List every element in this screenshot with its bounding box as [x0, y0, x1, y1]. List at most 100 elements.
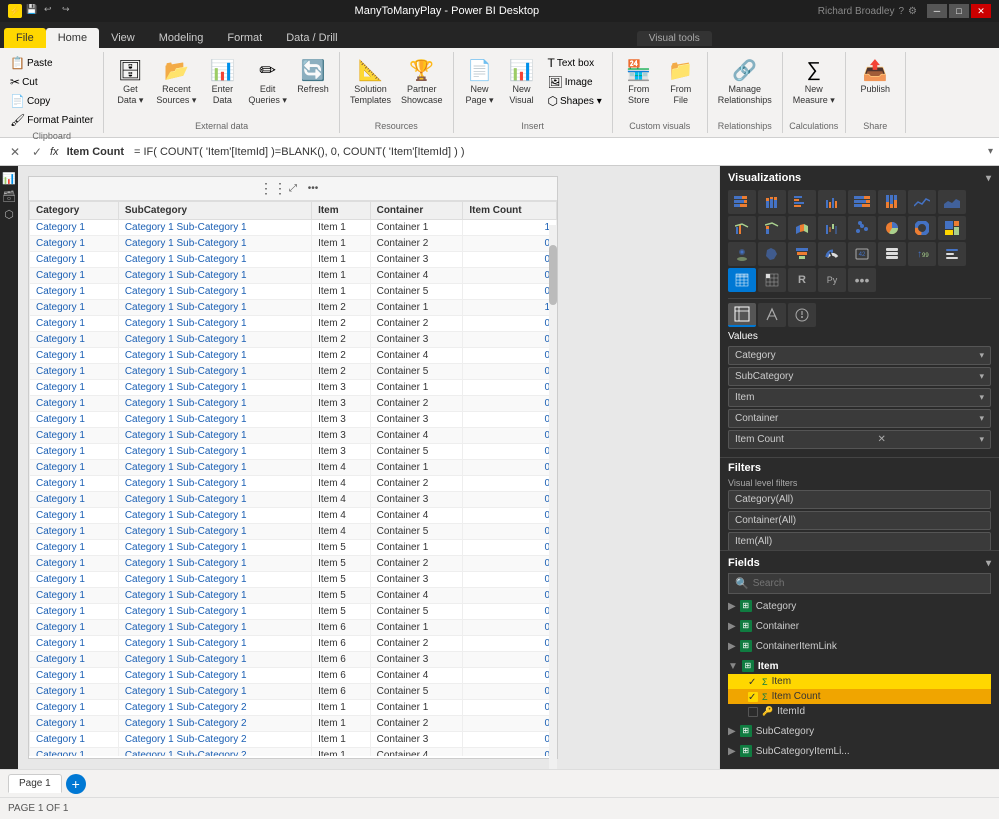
minimize-button[interactable]: ─ — [927, 4, 947, 18]
line-clustered-icon[interactable] — [728, 216, 756, 240]
refresh-button[interactable]: 🔄 Refresh — [293, 54, 333, 97]
treemap-icon[interactable] — [938, 216, 966, 240]
viz-collapse-icon[interactable]: ▾ — [986, 173, 991, 184]
enter-data-button[interactable]: 📊 EnterData — [202, 54, 242, 108]
clustered-col-icon[interactable] — [818, 190, 846, 214]
more-visuals-icon[interactable]: ••• — [848, 268, 876, 292]
field-group-category-header[interactable]: ▶ ⊞ Category — [728, 598, 991, 614]
ribbon-chart-icon[interactable] — [788, 216, 816, 240]
settings-icon[interactable]: ⚙ — [908, 6, 917, 17]
get-data-button[interactable]: 🗄 GetData ▾ — [110, 54, 150, 108]
area-chart-icon[interactable] — [938, 190, 966, 214]
format-painter-button[interactable]: 🖌 Format Painter — [6, 111, 97, 129]
from-file-button[interactable]: 📁 FromFile — [661, 54, 701, 108]
stacked-bar-icon[interactable] — [728, 190, 756, 214]
field-item-itemcount[interactable]: ✓ Σ Item Count — [728, 689, 991, 704]
field-item-itemid[interactable]: 🔑 ItemId — [728, 704, 991, 719]
kpi-icon[interactable]: ↑99 — [908, 242, 936, 266]
formula-confirm-button[interactable]: ✓ — [28, 143, 46, 161]
image-button[interactable]: 🖼 Image — [544, 73, 606, 91]
stacked-col-icon[interactable] — [758, 190, 786, 214]
report-view-icon[interactable]: 📊 — [1, 170, 17, 186]
data-view-icon[interactable]: 🗃 — [1, 188, 17, 204]
from-store-button[interactable]: 🏪 FromStore — [619, 54, 659, 108]
fields-collapse-icon[interactable]: ▾ — [986, 558, 991, 569]
fields-search-input[interactable] — [753, 578, 984, 589]
tab-data-drill[interactable]: Data / Drill — [274, 28, 349, 48]
filter-category[interactable]: Category(All) — [728, 490, 991, 509]
shapes-button[interactable]: ⬡ Shapes ▾ — [544, 92, 606, 110]
copy-button[interactable]: 📄 Copy — [6, 92, 97, 110]
table-viz-icon[interactable] — [728, 268, 756, 292]
model-view-icon[interactable]: ⬡ — [1, 206, 17, 222]
field-group-containeritemlink-header[interactable]: ▶ ⊞ ContainerItemLink — [728, 638, 991, 654]
filter-item[interactable]: Item(All) — [728, 532, 991, 550]
field-group-subcategoryitemli-header[interactable]: ▶ ⊞ SubCategoryItemLi... — [728, 743, 991, 759]
table-scroll-area[interactable]: Category SubCategory Item Container Item… — [29, 201, 557, 756]
clustered-bar-icon[interactable] — [788, 190, 816, 214]
line-chart-icon[interactable] — [908, 190, 936, 214]
waterfall-icon[interactable] — [818, 216, 846, 240]
python-visual-icon[interactable]: Py — [818, 268, 846, 292]
slicer-icon[interactable] — [938, 242, 966, 266]
partner-showcase-button[interactable]: 🏆 PartnerShowcase — [397, 54, 447, 108]
new-visual-button[interactable]: 📊 NewVisual — [502, 54, 542, 108]
field-group-container-header[interactable]: ▶ ⊞ Container — [728, 618, 991, 634]
close-button[interactable]: ✕ — [971, 4, 991, 18]
tab-file[interactable]: File — [4, 28, 46, 48]
field-item-item[interactable]: ✓ Σ Item — [728, 674, 991, 689]
field-group-subcategory-header[interactable]: ▶ ⊞ SubCategory — [728, 723, 991, 739]
100pct-bar-icon[interactable] — [848, 190, 876, 214]
tab-format[interactable]: Format — [215, 28, 274, 48]
fields-subtab[interactable] — [728, 303, 756, 327]
matrix-icon[interactable] — [758, 268, 786, 292]
pie-chart-icon[interactable] — [878, 216, 906, 240]
table-expand-icon[interactable]: ⤢ — [285, 181, 301, 197]
cut-button[interactable]: ✂ Cut — [6, 73, 97, 91]
table-more-icon[interactable]: ••• — [305, 181, 321, 197]
itemcount-pill-remove[interactable]: ✕ — [878, 434, 886, 445]
edit-queries-button[interactable]: ✏ EditQueries ▾ — [244, 54, 291, 108]
category-pill[interactable]: Category ▾ — [728, 346, 991, 365]
field-group-item-header[interactable]: ▼ ⊞ Item — [728, 658, 991, 674]
tab-home[interactable]: Home — [46, 28, 99, 48]
solution-templates-button[interactable]: 📐 SolutionTemplates — [346, 54, 395, 108]
container-pill[interactable]: Container ▾ — [728, 409, 991, 428]
itemcount-pill[interactable]: Item Count ✕ ▾ — [728, 430, 991, 449]
donut-icon[interactable] — [908, 216, 936, 240]
scrollbar-track[interactable] — [549, 225, 557, 769]
item-pill[interactable]: Item ▾ — [728, 388, 991, 407]
formula-input[interactable] — [134, 146, 984, 158]
help-icon[interactable]: ? — [898, 6, 904, 17]
tab-view[interactable]: View — [99, 28, 147, 48]
maximize-button[interactable]: □ — [949, 4, 969, 18]
format-subtab[interactable] — [758, 303, 786, 327]
subcategory-pill[interactable]: SubCategory ▾ — [728, 367, 991, 386]
new-measure-button[interactable]: ∑ NewMeasure ▾ — [789, 54, 839, 108]
recent-sources-button[interactable]: 📂 RecentSources ▾ — [152, 54, 200, 108]
save-icon[interactable]: 💾 — [26, 4, 40, 18]
100pct-col-icon[interactable] — [878, 190, 906, 214]
scrollbar-thumb[interactable] — [549, 245, 557, 305]
table-move-icon[interactable]: ⋮⋮ — [265, 181, 281, 197]
funnel-icon[interactable] — [788, 242, 816, 266]
line-stacked-icon[interactable] — [758, 216, 786, 240]
filled-map-icon[interactable] — [758, 242, 786, 266]
undo-icon[interactable]: ↩ — [44, 4, 58, 18]
manage-relationships-button[interactable]: 🔗 ManageRelationships — [714, 54, 776, 108]
analytics-subtab[interactable] — [788, 303, 816, 327]
tab-modeling[interactable]: Modeling — [147, 28, 216, 48]
r-visual-icon[interactable]: R — [788, 268, 816, 292]
scatter-icon[interactable] — [848, 216, 876, 240]
add-page-button[interactable]: + — [66, 774, 86, 794]
redo-icon[interactable]: ↪ — [62, 4, 76, 18]
multi-row-card-icon[interactable] — [878, 242, 906, 266]
map-icon[interactable] — [728, 242, 756, 266]
paste-button[interactable]: 📋 Paste — [6, 54, 97, 72]
new-page-button[interactable]: 📄 NewPage ▾ — [460, 54, 500, 108]
publish-button[interactable]: 📤 Publish — [855, 54, 895, 97]
card-icon[interactable]: 42 — [848, 242, 876, 266]
gauge-icon[interactable] — [818, 242, 846, 266]
page-tab-1[interactable]: Page 1 — [8, 774, 62, 793]
filter-container[interactable]: Container(All) — [728, 511, 991, 530]
